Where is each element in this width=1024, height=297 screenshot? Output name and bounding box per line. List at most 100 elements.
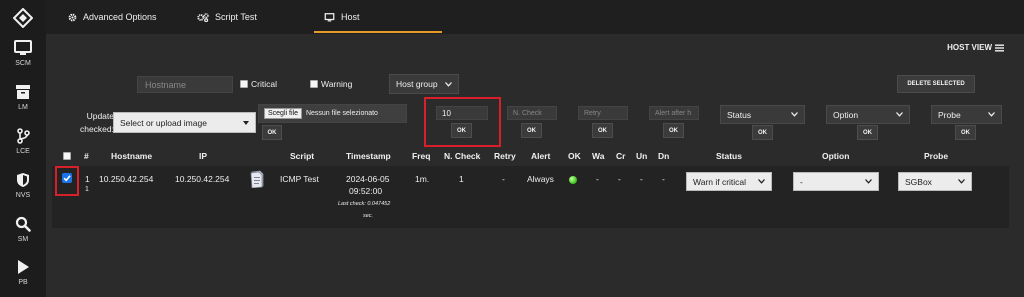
row-option-value: - bbox=[800, 176, 803, 187]
col-option: Option bbox=[822, 151, 850, 161]
row-status-select[interactable]: Warn if critical bbox=[686, 172, 772, 191]
alert-after-input[interactable]: Alert after h bbox=[649, 106, 699, 120]
status-ok-button[interactable]: OK bbox=[752, 125, 773, 140]
row-probe-select[interactable]: SGBox bbox=[898, 172, 972, 191]
row-wa: - bbox=[596, 174, 599, 184]
n-check-input[interactable]: N. Check bbox=[507, 106, 557, 120]
chevron-down-icon bbox=[896, 112, 903, 117]
option-ok-button[interactable]: OK bbox=[857, 125, 878, 140]
choose-file-button[interactable]: Scegli file bbox=[264, 108, 302, 119]
probe-select-value: Probe bbox=[938, 109, 961, 120]
col-timestamp: Timestamp bbox=[346, 151, 391, 161]
col-cr: Cr bbox=[616, 151, 626, 161]
chevron-down-icon bbox=[758, 179, 765, 184]
status-select-value: Status bbox=[727, 109, 752, 120]
monitor-icon bbox=[324, 12, 335, 21]
alert-after-ok-button[interactable]: OK bbox=[663, 123, 684, 138]
tab-advanced-options[interactable]: Advanced Options bbox=[68, 0, 157, 34]
host-view-menu[interactable]: HOST VIEW bbox=[947, 43, 1004, 52]
hamburger-icon bbox=[995, 44, 1004, 51]
hostname-filter-input[interactable]: Hostname bbox=[137, 76, 233, 93]
chevron-down-icon bbox=[445, 81, 452, 87]
warning-checkbox[interactable] bbox=[310, 80, 318, 88]
col-number: # bbox=[84, 151, 89, 161]
sidebar-item-sm[interactable]: SM bbox=[0, 216, 46, 243]
row-n-check: 1 bbox=[459, 174, 464, 184]
archive-icon bbox=[16, 85, 30, 99]
image-ok-button[interactable]: OK bbox=[262, 125, 282, 140]
chevron-down-icon bbox=[988, 112, 995, 117]
probe-ok-button[interactable]: OK bbox=[955, 125, 976, 140]
row-timestamp-date: 2024-06-05 bbox=[346, 174, 390, 184]
sidebar-item-scm[interactable]: SCM bbox=[0, 40, 46, 67]
row-freq: 1m. bbox=[415, 174, 430, 184]
col-status: Status bbox=[716, 151, 742, 161]
option-select-value: Option bbox=[833, 109, 859, 120]
select-all-checkbox[interactable] bbox=[63, 152, 71, 160]
delete-selected-button[interactable]: DELETE SELECTED bbox=[897, 75, 975, 93]
col-un: Un bbox=[636, 151, 648, 161]
sidebar-item-label: SCM bbox=[15, 60, 31, 67]
sidebar-item-nvs[interactable]: NVS bbox=[0, 172, 46, 199]
update-label-line1: Update bbox=[86, 111, 114, 121]
retry-input[interactable]: Retry bbox=[578, 106, 628, 120]
sidebar-item-label: LCE bbox=[16, 148, 30, 155]
col-ip: IP bbox=[199, 151, 208, 161]
col-probe: Probe bbox=[924, 151, 949, 161]
row-hostname[interactable]: 10.250.42.254 bbox=[99, 174, 153, 184]
row-alert: Always bbox=[527, 174, 554, 184]
host-view-label: HOST VIEW bbox=[947, 43, 992, 52]
critical-checkbox[interactable] bbox=[240, 80, 248, 88]
status-select[interactable]: Status bbox=[720, 105, 805, 124]
host-group-value: Host group bbox=[396, 79, 438, 89]
sidebar-item-label: PB bbox=[18, 279, 28, 286]
diamond-logo-icon[interactable] bbox=[13, 8, 33, 28]
ok-status-dot bbox=[569, 176, 577, 184]
row-retry: - bbox=[502, 174, 505, 184]
image-select[interactable]: Select or upload image bbox=[113, 112, 256, 133]
row-script: ICMP Test bbox=[280, 174, 319, 184]
sidebar-item-label: SM bbox=[17, 236, 29, 243]
probe-select[interactable]: Probe bbox=[931, 105, 1002, 124]
row-un: - bbox=[640, 174, 643, 184]
tab-script-test[interactable]: Script Test bbox=[197, 0, 257, 34]
sidebar-item-lm[interactable]: LM bbox=[0, 84, 46, 111]
file-status-text: Nessun file selezionato bbox=[305, 110, 378, 117]
col-wa: Wa bbox=[592, 151, 605, 161]
col-alert: Alert bbox=[531, 151, 551, 161]
script-file-icon bbox=[250, 170, 264, 188]
chevron-down-icon bbox=[865, 179, 872, 184]
tab-label: Advanced Options bbox=[83, 12, 157, 22]
sidebar-item-lce[interactable]: LCE bbox=[0, 128, 46, 155]
row-ip: 10.250.42.254 bbox=[175, 174, 230, 184]
row-cr: - bbox=[618, 174, 621, 184]
tab-label: Host bbox=[341, 12, 360, 22]
option-select[interactable]: Option bbox=[826, 105, 910, 124]
row-probe-value: SGBox bbox=[905, 176, 932, 187]
sidebar-item-label: LM bbox=[18, 104, 28, 111]
row-option-select[interactable]: - bbox=[793, 172, 879, 191]
sidebar-item-pb[interactable]: PB bbox=[0, 259, 46, 286]
sidebar: SCM LM LCE NVS SM PB bbox=[0, 0, 46, 297]
chevron-down-icon bbox=[958, 179, 965, 184]
row-timestamp-time: 09:52:00 bbox=[349, 186, 383, 196]
host-group-select[interactable]: Host group bbox=[389, 74, 459, 94]
row-dn: - bbox=[662, 174, 665, 184]
retry-ok-button[interactable]: OK bbox=[592, 123, 613, 138]
highlight-freq-box bbox=[424, 97, 501, 147]
tab-label: Script Test bbox=[215, 12, 257, 22]
col-freq: Freq bbox=[412, 151, 431, 161]
col-hostname: Hostname bbox=[111, 151, 153, 161]
monitor-icon bbox=[14, 40, 32, 55]
branch-icon bbox=[17, 128, 30, 144]
highlight-checkbox-box bbox=[55, 166, 79, 196]
row-number-secondary: 1 bbox=[85, 186, 89, 193]
critical-label: Critical bbox=[251, 79, 277, 89]
caret-down-icon bbox=[243, 120, 249, 125]
tab-host[interactable]: Host bbox=[324, 0, 360, 34]
image-select-value: Select or upload image bbox=[120, 117, 207, 128]
shield-icon bbox=[17, 173, 29, 187]
sidebar-item-label: NVS bbox=[15, 192, 31, 199]
n-check-ok-button[interactable]: OK bbox=[521, 123, 542, 138]
update-label-line2: checked: bbox=[79, 124, 114, 134]
